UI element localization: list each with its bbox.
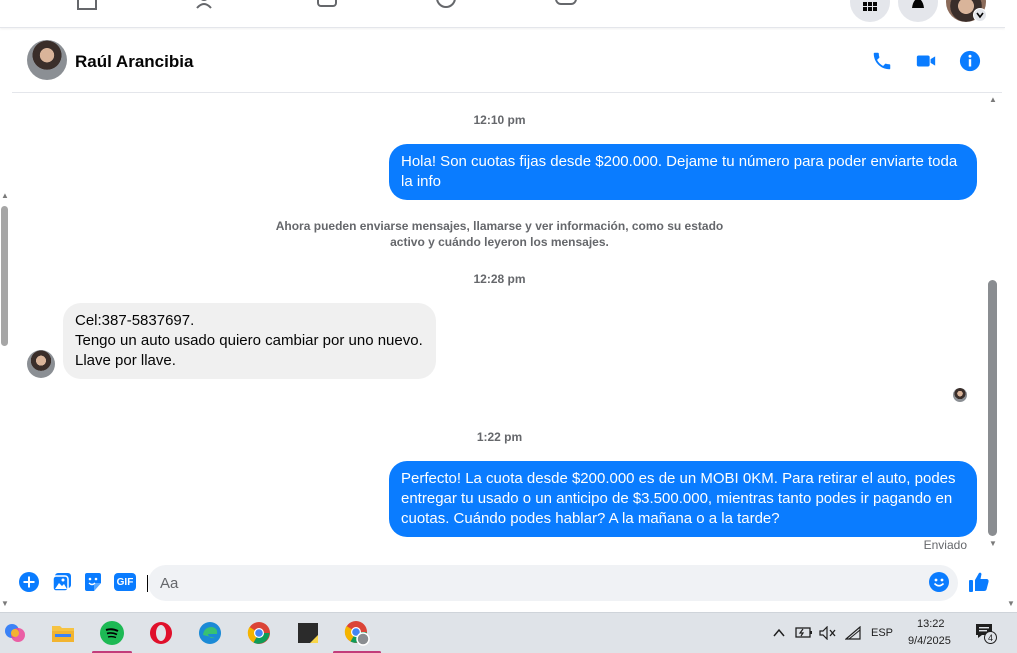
copilot-icon <box>5 624 25 642</box>
read-receipt-avatar <box>953 388 967 402</box>
timestamp: 12:10 pm <box>473 113 526 127</box>
message-line: Tengo un auto usado quiero cambiar por u… <box>75 332 423 349</box>
chrome-profile-icon <box>344 621 370 646</box>
chrome-app[interactable] <box>246 620 272 646</box>
message-line: Perfecto! La cuota desde $200.000 es de … <box>401 470 956 487</box>
chat-scrollbar-thumb[interactable] <box>988 280 997 536</box>
system-notice-line: activo y cuándo leyeron los mensajes. <box>390 235 609 249</box>
message-line: cuotas. Cuándo podes hablar? A la mañana… <box>401 510 780 527</box>
edge-app[interactable] <box>197 620 223 646</box>
video-call-button[interactable] <box>914 49 938 73</box>
page-scrollbar-thumb[interactable] <box>1 206 8 346</box>
notification-center-button[interactable]: 4 <box>975 623 997 644</box>
sticker-button[interactable] <box>82 571 104 593</box>
notifications-button[interactable] <box>898 0 938 22</box>
sticker-icon <box>85 573 101 591</box>
notification-count-badge: 4 <box>984 631 997 644</box>
gaming-icon[interactable] <box>555 0 577 10</box>
message-line: la info <box>401 173 442 190</box>
edge-icon <box>199 622 221 644</box>
conversation-info-button[interactable] <box>958 49 982 73</box>
chevron-up-icon <box>773 628 785 637</box>
message-line: Cel:387-5837697. <box>75 312 195 329</box>
incoming-message[interactable]: Cel:387-5837697. Tengo un auto usado qui… <box>63 303 436 379</box>
file-explorer-app[interactable] <box>50 620 76 646</box>
opera-icon <box>150 622 172 644</box>
message-list[interactable]: 12:10 pm Hola! Son cuotas fijas desde $2… <box>12 94 987 557</box>
timestamp: 1:22 pm <box>476 430 523 444</box>
top-navigation-bar <box>0 0 1005 28</box>
sticky-notes-app[interactable] <box>295 620 321 646</box>
clock-time[interactable]: 13:22 <box>917 618 945 630</box>
system-notice-line: Ahora pueden enviarse mensajes, llamarse… <box>275 219 724 233</box>
chat-header: Raúl Arancibia <box>12 30 1002 93</box>
show-hidden-icons-button[interactable] <box>772 626 786 644</box>
wifi-icon <box>844 625 861 640</box>
battery-charging-icon <box>795 627 812 638</box>
network-status[interactable] <box>844 625 861 645</box>
message-composer: GIF <box>12 562 1002 604</box>
phone-icon <box>873 52 891 70</box>
input-language[interactable]: ESP <box>871 627 893 639</box>
home-icon[interactable] <box>76 0 98 10</box>
system-notice: Ahora pueden enviarse mensajes, llamarse… <box>262 218 737 250</box>
chat-scroll-down-arrow[interactable]: ▼ <box>989 540 997 548</box>
contact-name[interactable]: Raúl Arancibia <box>75 52 193 72</box>
timestamp: 12:28 pm <box>473 272 526 286</box>
spotify-app[interactable] <box>99 620 125 646</box>
message-line: Llave por llave. <box>75 352 176 369</box>
outgoing-message[interactable]: Hola! Son cuotas fijas desde $200.000. D… <box>389 144 977 200</box>
smiley-icon <box>929 572 949 592</box>
volume-control[interactable] <box>819 625 837 645</box>
groups-icon[interactable] <box>435 0 457 10</box>
gif-icon: GIF <box>114 573 136 591</box>
page-scroll-down-arrow[interactable]: ▼ <box>1007 600 1015 608</box>
message-line: entregar tu usado o un anticipo de $3.50… <box>401 490 953 507</box>
gif-button[interactable]: GIF <box>113 571 137 593</box>
clock-date[interactable]: 9/4/2025 <box>908 635 951 647</box>
app-root: ▲ ▼ Raúl Arancibia 12:10 pm Hola! Son cu… <box>0 0 1017 653</box>
scroll-up-arrow[interactable]: ▲ <box>1 192 9 200</box>
scroll-down-arrow[interactable]: ▼ <box>1 600 9 608</box>
sender-avatar[interactable] <box>27 350 55 378</box>
plus-circle-icon <box>19 572 39 592</box>
account-dropdown[interactable] <box>973 8 987 22</box>
voice-call-button[interactable] <box>870 49 894 73</box>
text-caret <box>147 575 148 592</box>
windows-taskbar: ESP 13:22 9/4/2025 4 <box>0 612 1017 653</box>
menu-grid-button[interactable] <box>850 0 890 22</box>
page-scrollbar[interactable]: ▲ ▼ <box>0 190 10 610</box>
sticky-notes-icon <box>298 623 318 643</box>
chat-scroll-up-arrow[interactable]: ▲ <box>989 96 997 104</box>
chrome-icon <box>247 622 270 644</box>
send-like-button[interactable] <box>968 571 990 593</box>
attach-photo-button[interactable] <box>51 571 73 593</box>
friends-icon[interactable] <box>196 0 218 10</box>
message-status: Enviado <box>923 538 967 552</box>
speaker-muted-icon <box>819 625 836 641</box>
watch-icon[interactable] <box>316 0 338 10</box>
bell-icon <box>912 0 924 8</box>
info-icon <box>959 50 981 72</box>
chevron-down-icon <box>976 12 984 19</box>
window-right-edge: ▼ <box>1005 0 1017 612</box>
copilot-app[interactable] <box>2 620 28 646</box>
chat-scrollbar[interactable]: ▲ ▼ <box>986 94 1000 550</box>
emoji-button[interactable] <box>928 571 950 593</box>
grid-icon <box>863 2 877 11</box>
chrome-profile-app[interactable] <box>344 620 370 646</box>
contact-avatar[interactable] <box>27 40 67 80</box>
message-line: Hola! Son cuotas fijas desde $200.000. D… <box>401 153 958 170</box>
thumbs-up-icon <box>969 572 989 592</box>
opera-app[interactable] <box>148 620 174 646</box>
folder-icon <box>52 626 74 642</box>
battery-status[interactable] <box>795 626 813 644</box>
spotify-icon <box>100 621 124 645</box>
video-camera-icon <box>916 55 936 67</box>
message-input[interactable] <box>148 565 958 601</box>
more-actions-button[interactable] <box>18 571 40 593</box>
outgoing-message[interactable]: Perfecto! La cuota desde $200.000 es de … <box>389 461 977 537</box>
photo-icon <box>52 573 71 592</box>
